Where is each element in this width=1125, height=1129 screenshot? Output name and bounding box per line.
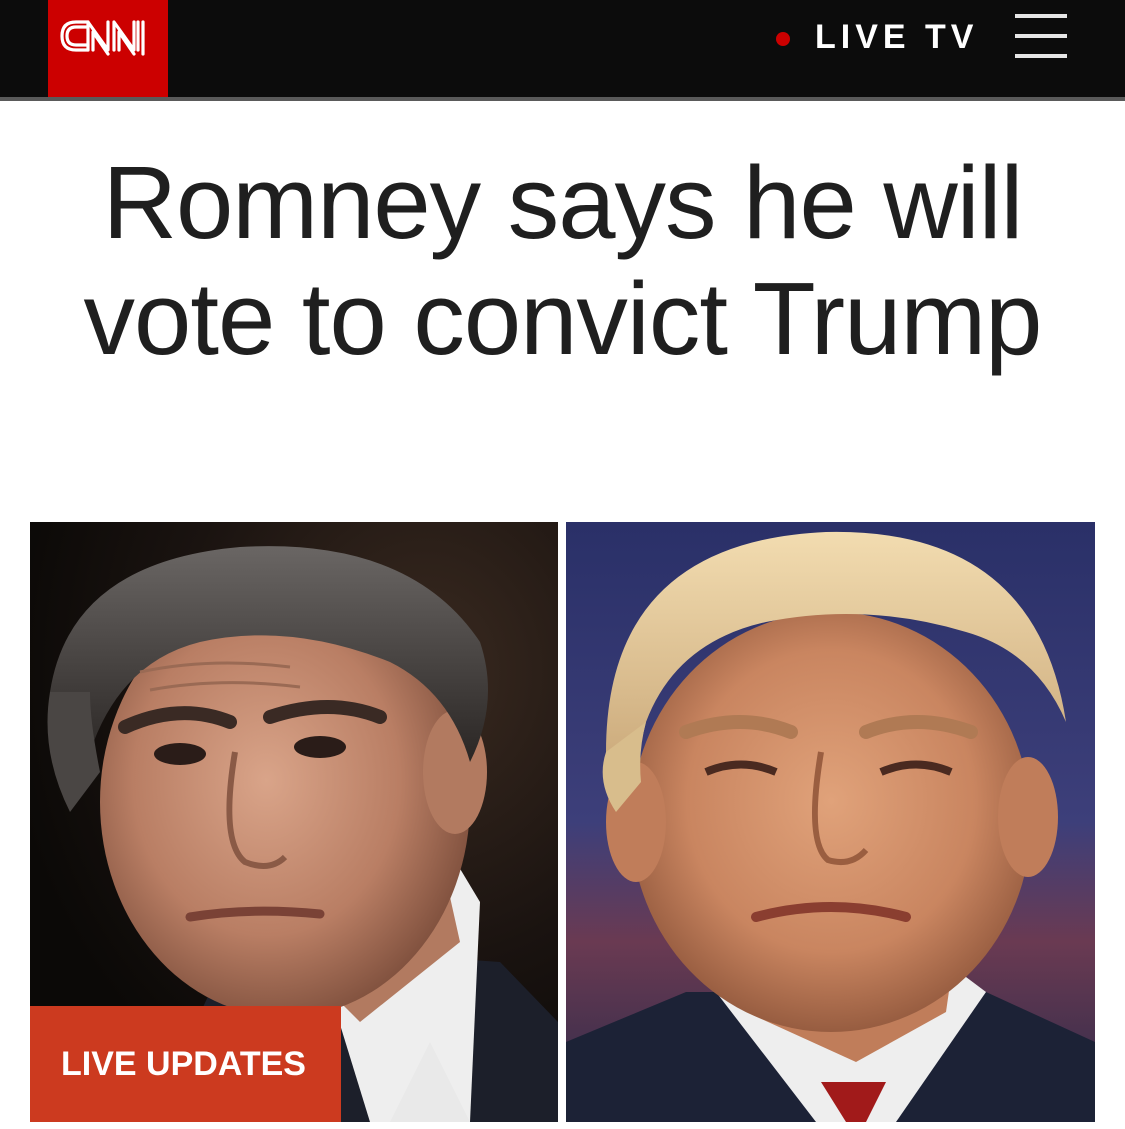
cnn-logo-icon bbox=[60, 20, 145, 56]
live-indicator-dot bbox=[776, 32, 790, 46]
header-divider bbox=[0, 97, 1125, 101]
trump-photo bbox=[566, 522, 1095, 1122]
top-nav-bar: LIVE TV bbox=[0, 0, 1125, 97]
live-updates-label: LIVE UPDATES bbox=[61, 1045, 306, 1083]
cnn-logo[interactable] bbox=[48, 0, 168, 97]
photo-divider bbox=[558, 522, 566, 1122]
live-tv-link[interactable]: LIVE TV bbox=[815, 17, 978, 57]
article-headline: Romney says he will vote to convict Trum… bbox=[83, 145, 1043, 376]
hamburger-menu-icon[interactable] bbox=[1012, 12, 1070, 62]
live-updates-badge[interactable]: LIVE UPDATES bbox=[30, 1006, 341, 1122]
